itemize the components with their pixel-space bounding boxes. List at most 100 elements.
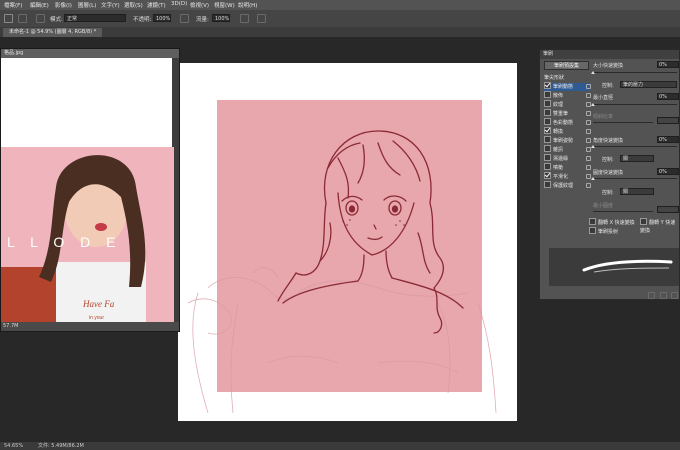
brush-item-shape-dynamics[interactable]: 筆刷動態 [544, 82, 591, 91]
slider-knob-icon[interactable] [591, 71, 595, 74]
lock-icon[interactable] [586, 138, 591, 143]
flip-x-option[interactable]: 翻轉 X 快速變換 [589, 218, 635, 227]
menu-select[interactable]: 選取(S) [124, 1, 143, 9]
brush-panel-toggle-icon[interactable] [36, 14, 45, 23]
checkbox-icon[interactable] [544, 163, 551, 170]
reference-image-window[interactable]: 格品.jpg L L O D E Have Fa in your 57.7M [0, 48, 180, 332]
brush-panel-tab[interactable]: 筆刷 [540, 50, 679, 59]
control-select-3[interactable]: 關 [620, 188, 654, 195]
brush-tool-icon[interactable] [4, 14, 13, 23]
lock-icon[interactable] [586, 165, 591, 170]
slider-knob-icon[interactable] [591, 103, 595, 106]
item-label: 筆刷姿勢 [553, 138, 574, 144]
checkbox-icon[interactable] [544, 181, 551, 188]
lock-icon[interactable] [586, 129, 591, 134]
min-roundness-field[interactable] [657, 206, 679, 213]
reference-window-title[interactable]: 格品.jpg [1, 49, 179, 58]
size-jitter-field[interactable]: 0% [657, 61, 679, 68]
min-diameter-field[interactable]: 0% [657, 93, 679, 100]
pressure-size-icon[interactable] [257, 14, 266, 23]
min-roundness-slider[interactable] [593, 211, 653, 212]
airbrush-icon[interactable] [240, 14, 249, 23]
menu-3d[interactable]: 3D(D) [171, 1, 187, 7]
menu-window[interactable]: 視窗(W) [214, 1, 235, 9]
brush-item-transfer[interactable]: 轉換 [544, 127, 591, 136]
brush-item-dual-brush[interactable]: 雙重筆 [544, 109, 591, 118]
brush-panel: 筆刷 筆刷預設集 筆尖形狀 筆刷動態 散佈 紋理 雙重筆 色彩動態 轉換 筆刷姿… [539, 49, 680, 300]
brush-tip-shape-item[interactable]: 筆尖形狀 [544, 74, 588, 82]
grid-icon[interactable] [660, 292, 667, 299]
roundness-jitter-field[interactable]: 0% [657, 168, 679, 175]
document-canvas[interactable] [178, 63, 517, 421]
checkbox-icon[interactable] [544, 136, 551, 143]
tilt-scale-slider[interactable] [593, 122, 653, 123]
checkbox-icon[interactable] [544, 100, 551, 107]
tilt-scale-field[interactable] [657, 117, 679, 124]
lock-icon[interactable] [586, 93, 591, 98]
checkbox-icon[interactable] [544, 91, 551, 98]
lock-icon[interactable] [586, 111, 591, 116]
new-brush-icon[interactable] [648, 292, 655, 299]
item-label: 保護紋理 [553, 183, 574, 189]
brush-presets-button[interactable]: 筆刷預設集 [544, 61, 589, 70]
zoom-readout[interactable]: 54.65% [4, 442, 23, 450]
control-select-2[interactable]: 關 [620, 155, 654, 162]
opacity-field[interactable]: 100% [153, 14, 171, 22]
flip-y-option[interactable]: 翻轉 Y 快速變換 [640, 218, 679, 234]
menu-image[interactable]: 影像(I) [55, 1, 72, 9]
brush-stroke-preview [549, 248, 679, 286]
checkbox-icon[interactable] [544, 145, 551, 152]
new-preset-icon[interactable] [671, 292, 678, 299]
brush-item-protect-texture[interactable]: 保護紋理 [544, 181, 591, 190]
brush-item-noise[interactable]: 雜訊 [544, 145, 591, 154]
checkbox-icon[interactable] [544, 154, 551, 161]
angle-jitter-field[interactable]: 0% [657, 136, 679, 143]
checkbox-icon[interactable] [544, 127, 551, 134]
doc-size-readout: 文件: 5.49M/86.2M [38, 443, 84, 449]
brush-item-airbrush[interactable]: 噴槍 [544, 163, 591, 172]
roundness-jitter-label: 圓度快速變換 [593, 170, 624, 176]
brush-preset-icon[interactable] [18, 14, 27, 23]
brush-item-brush-pose[interactable]: 筆刷姿勢 [544, 136, 591, 145]
menu-file[interactable]: 檔案(F) [4, 1, 22, 9]
menu-edit[interactable]: 編輯(E) [30, 1, 49, 9]
mode-select[interactable]: 正常 [64, 14, 126, 22]
document-tab[interactable]: 未命名-1 @ 54.9% (圖層 4, RGB/8) * [3, 28, 103, 37]
menu-help[interactable]: 說明(H) [238, 1, 257, 9]
size-jitter-slider[interactable] [593, 72, 677, 73]
min-diameter-label: 最小直徑 [593, 95, 614, 101]
slider-knob-icon[interactable] [591, 177, 595, 180]
checkbox-icon[interactable] [589, 227, 596, 234]
checkbox-icon[interactable] [544, 109, 551, 116]
mode-label: 模式: [50, 17, 63, 23]
item-label: 轉換 [553, 129, 564, 135]
checkbox-icon[interactable] [544, 118, 551, 125]
menu-type[interactable]: 文字(Y) [101, 1, 120, 9]
checkbox-icon[interactable] [589, 218, 596, 225]
menu-view[interactable]: 檢視(V) [190, 1, 209, 9]
flow-field[interactable]: 100% [212, 14, 230, 22]
slider-knob-icon[interactable] [591, 145, 595, 148]
brush-projection-option[interactable]: 筆刷投射 [589, 227, 618, 236]
brush-item-texture[interactable]: 紋理 [544, 100, 591, 109]
menu-filter[interactable]: 濾鏡(T) [147, 1, 166, 9]
reference-photo: L L O D E Have Fa in your [1, 147, 174, 324]
brush-item-scattering[interactable]: 散佈 [544, 91, 591, 100]
roundness-jitter-slider[interactable] [593, 178, 677, 179]
brush-item-wet-edges[interactable]: 濕邊緣 [544, 154, 591, 163]
checkbox-icon[interactable] [544, 172, 551, 179]
angle-jitter-slider[interactable] [593, 146, 677, 147]
lock-icon[interactable] [586, 84, 591, 89]
brush-item-color-dynamics[interactable]: 色彩動態 [544, 118, 591, 127]
lock-icon[interactable] [586, 156, 591, 161]
control-select-1[interactable]: 筆的壓力 [620, 81, 677, 88]
checkbox-icon[interactable] [544, 82, 551, 89]
status-bar: 54.65% 文件: 5.49M/86.2M [0, 442, 680, 450]
lock-icon[interactable] [586, 120, 591, 125]
brush-item-smoothing[interactable]: 平滑化 [544, 172, 591, 181]
pressure-opacity-icon[interactable] [180, 14, 189, 23]
min-diameter-slider[interactable] [593, 104, 677, 105]
lock-icon[interactable] [586, 183, 591, 188]
menu-layer[interactable]: 圖層(L) [78, 1, 96, 9]
checkbox-icon[interactable] [640, 218, 647, 225]
